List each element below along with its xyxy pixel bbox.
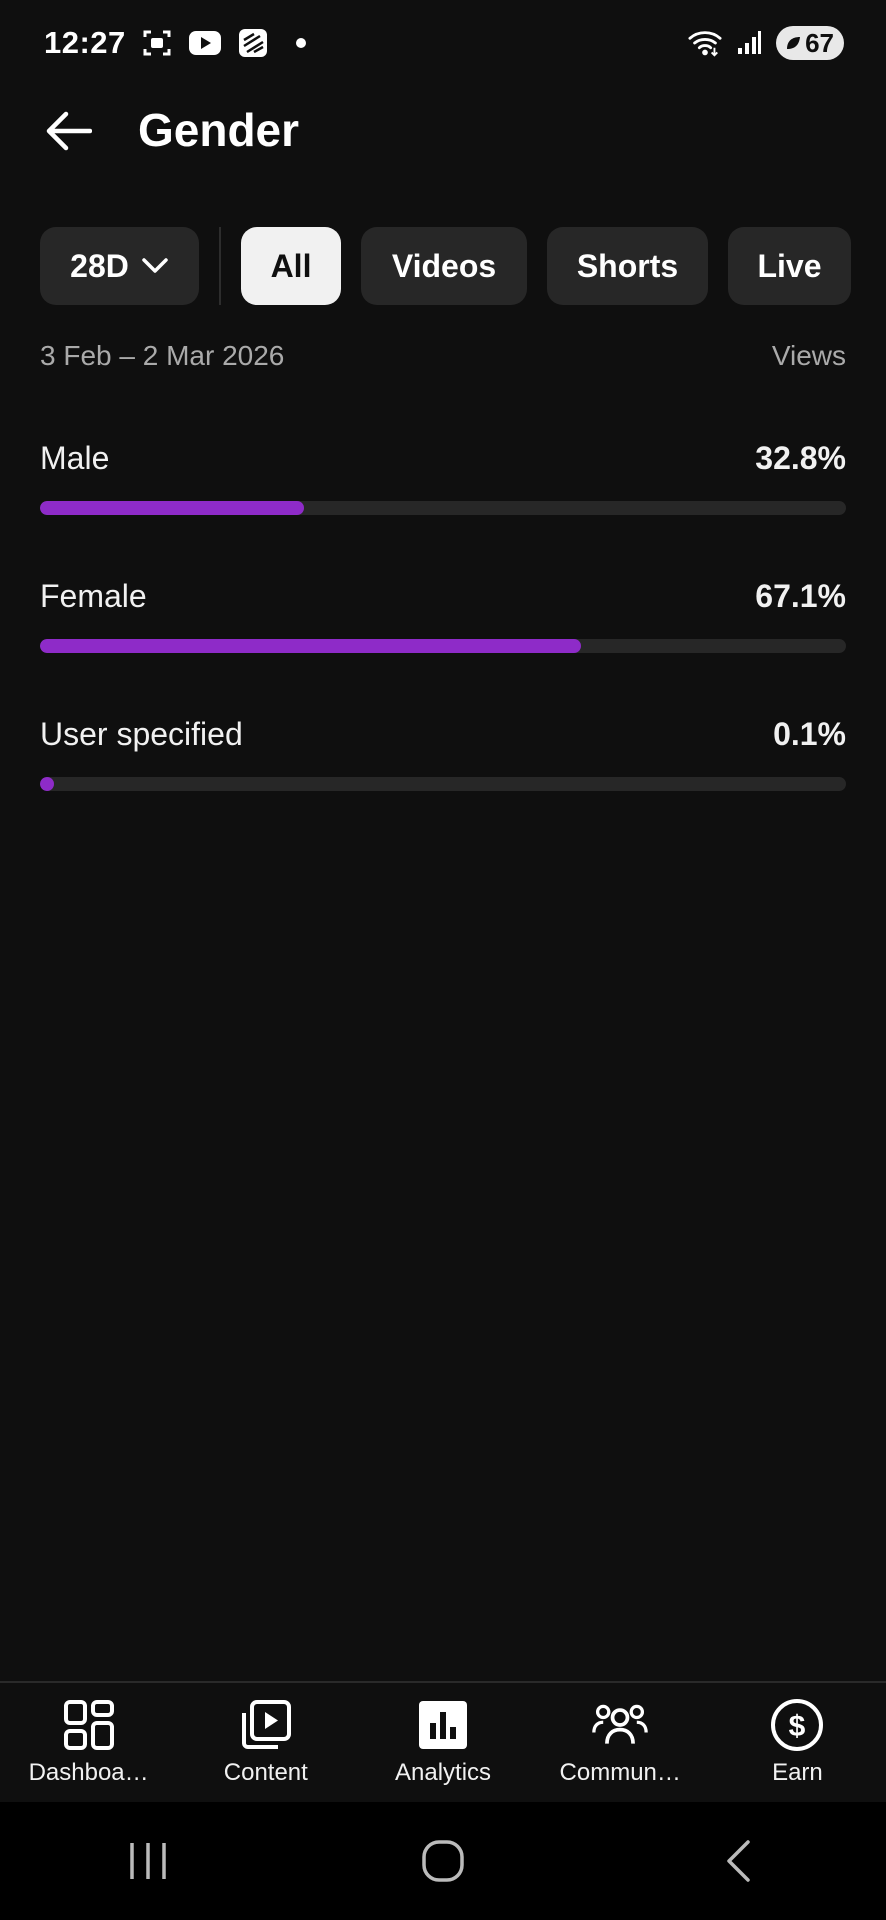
gender-label: Female (40, 578, 147, 614)
signal-icon (732, 26, 766, 60)
filter-chip-row: 28D All Videos Shorts Live (40, 227, 886, 305)
wifi-icon (688, 26, 722, 60)
gender-row-user-specified: User specified 0.1% (40, 716, 846, 791)
status-right: 67 (688, 26, 844, 60)
nav-content[interactable]: Content (177, 1683, 354, 1802)
status-time: 12:27 (44, 25, 126, 60)
gender-percentage: 0.1% (773, 716, 846, 752)
home-icon (422, 1840, 464, 1882)
gender-percentage: 67.1% (755, 578, 846, 614)
system-back-button[interactable] (693, 1826, 783, 1896)
dashboard-icon (61, 1697, 117, 1753)
notification-dot-icon (284, 26, 318, 60)
period-label: 28D (70, 247, 129, 284)
back-icon (727, 1840, 751, 1882)
gender-row-female: Female 67.1% (40, 578, 846, 653)
date-range: 3 Feb – 2 Mar 2026 (40, 340, 285, 371)
gender-label: User specified (40, 716, 243, 752)
nav-label: Dashboa… (28, 1759, 149, 1786)
nav-label: Earn (772, 1759, 823, 1786)
earn-icon: $ (769, 1697, 825, 1753)
chip-divider (219, 227, 221, 305)
chip-all[interactable]: All (241, 227, 341, 305)
recents-icon (129, 1843, 166, 1879)
back-button[interactable] (40, 106, 96, 156)
progress-track (40, 501, 846, 515)
system-nav (0, 1802, 886, 1920)
progress-track (40, 639, 846, 653)
back-arrow-icon (46, 111, 92, 151)
bottom-nav: Dashboa… Content Analytics Commun… $ Ear… (0, 1681, 886, 1802)
nav-community[interactable]: Commun… (532, 1683, 709, 1802)
progress-fill (40, 639, 581, 653)
battery-indicator: 67 (776, 26, 844, 60)
nav-label: Analytics (394, 1759, 492, 1786)
recents-button[interactable] (103, 1826, 193, 1896)
svg-text:$: $ (789, 1710, 806, 1743)
community-icon (592, 1697, 648, 1753)
home-button[interactable] (398, 1826, 488, 1896)
nav-label: Content (223, 1759, 308, 1786)
content-icon (238, 1697, 294, 1753)
youtube-icon (188, 26, 222, 60)
battery-icon (784, 28, 802, 59)
date-range-row: 3 Feb – 2 Mar 2026 Views (40, 340, 846, 372)
chip-live[interactable]: Live (728, 227, 851, 305)
gender-percentage: 32.8% (755, 440, 846, 476)
progress-fill (40, 501, 305, 515)
chip-videos[interactable]: Videos (361, 227, 527, 305)
nav-dashboard[interactable]: Dashboa… (0, 1683, 177, 1802)
status-left: 12:27 (44, 25, 318, 61)
gender-label: Male (40, 440, 110, 476)
chevron-down-icon (142, 258, 168, 273)
nav-label: Commun… (559, 1759, 681, 1786)
app-bar: Gender (0, 86, 886, 176)
nav-analytics[interactable]: Analytics (354, 1683, 531, 1802)
chip-shorts[interactable]: Shorts (547, 227, 708, 305)
metric-label: Views (771, 340, 846, 371)
screenshot-icon (140, 26, 174, 60)
battery-level: 67 (805, 27, 834, 58)
status-bar: 12:27 67 (0, 0, 886, 86)
app-icon (236, 26, 270, 60)
progress-fill (40, 777, 54, 791)
period-dropdown[interactable]: 28D (40, 227, 199, 305)
progress-track (40, 777, 846, 791)
nav-earn[interactable]: $ Earn (709, 1683, 886, 1802)
page-title: Gender (138, 104, 300, 156)
gender-row-male: Male 32.8% (40, 440, 846, 515)
analytics-icon (415, 1697, 471, 1753)
